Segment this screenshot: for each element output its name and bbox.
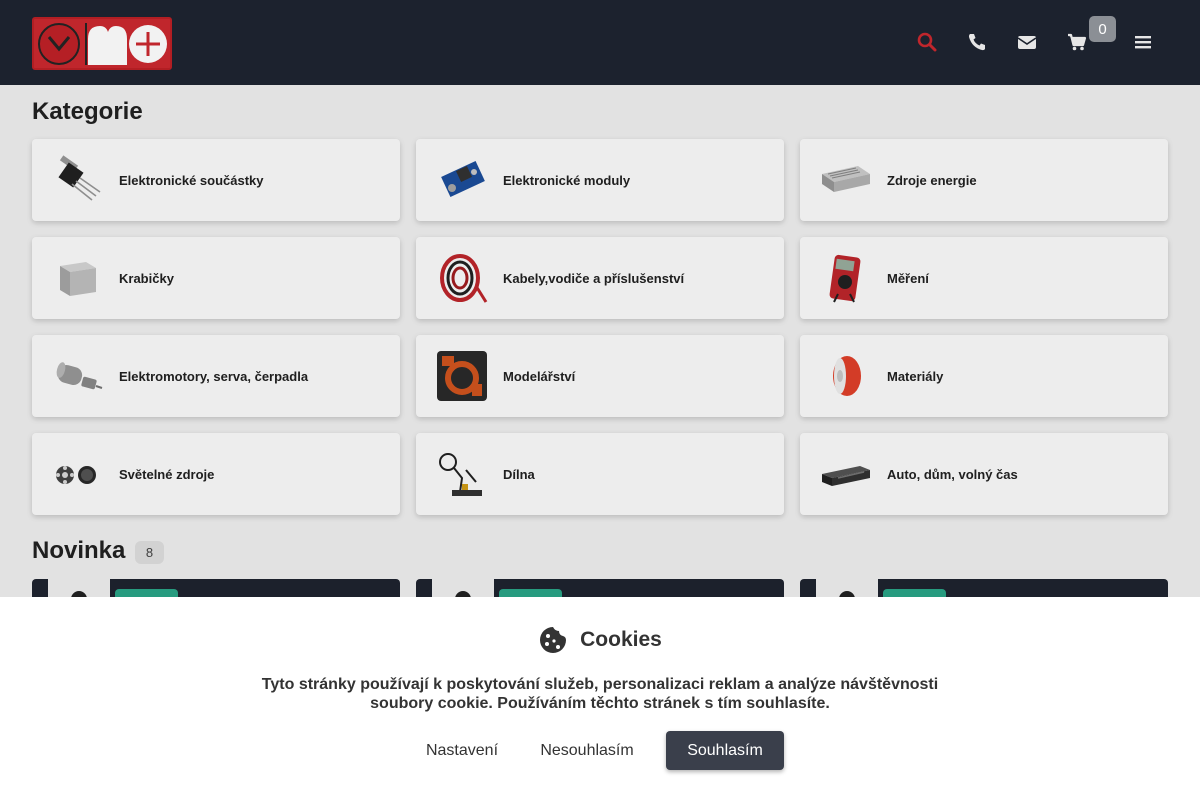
box-enclosure-icon xyxy=(52,252,104,304)
car-audio-icon xyxy=(820,448,872,500)
category-label: Elektronické moduly xyxy=(503,172,631,188)
motor-icon xyxy=(52,350,104,402)
cart-count-badge: 0 xyxy=(1089,16,1116,42)
category-card-elektronicke-moduly[interactable]: Elektronické moduly xyxy=(416,139,784,221)
phone-button[interactable] xyxy=(965,30,989,54)
category-label: Elektromotory, serva, čerpadla xyxy=(119,368,309,384)
cookie-banner: Cookies Tyto stránky používají k poskyto… xyxy=(0,597,1200,800)
category-label: Měření xyxy=(887,270,929,286)
category-card-kabely[interactable]: Kabely,vodiče a příslušenství xyxy=(416,237,784,319)
led-ring-icon xyxy=(52,448,104,500)
logo[interactable] xyxy=(32,17,172,70)
helping-hands-icon xyxy=(436,448,488,500)
cart-button[interactable] xyxy=(1065,30,1089,54)
category-card-elektronicke-soucastky[interactable]: Elektronické součástky xyxy=(32,139,400,221)
novinka-count-badge: 8 xyxy=(135,541,164,564)
cable-coil-icon xyxy=(436,252,488,304)
category-card-modelarstvi[interactable]: Modelářství xyxy=(416,335,784,417)
cookie-title: Cookies xyxy=(580,628,662,651)
menu-icon xyxy=(1135,36,1151,49)
category-card-svetelne-zdroje[interactable]: Světelné zdroje xyxy=(32,433,400,515)
category-card-auto-dum[interactable]: Auto, dům, volný čas xyxy=(800,433,1168,515)
cookie-decline-button[interactable]: Nesouhlasím xyxy=(532,731,642,770)
transistor-icon xyxy=(52,154,104,206)
category-card-dilna[interactable]: Dílna xyxy=(416,433,784,515)
category-card-zdroje-energie[interactable]: Zdroje energie xyxy=(800,139,1168,221)
mail-button[interactable] xyxy=(1015,30,1039,54)
cart-icon xyxy=(1068,33,1087,51)
filament-spool-icon xyxy=(820,350,872,402)
category-card-materialy[interactable]: Materiály xyxy=(800,335,1168,417)
mplus-logo-icon xyxy=(34,19,170,68)
cookie-settings-button[interactable]: Nastavení xyxy=(418,731,506,770)
model-kit-icon xyxy=(436,350,488,402)
cookie-title-row: Cookies xyxy=(0,625,1200,655)
mail-icon xyxy=(1017,36,1037,49)
category-label: Elektronické součástky xyxy=(119,172,264,188)
category-label: Auto, dům, volný čas xyxy=(887,466,1018,482)
categories-heading: Kategorie xyxy=(32,98,143,125)
category-label: Světelné zdroje xyxy=(119,466,215,482)
cookie-text: Tyto stránky používají k poskytování slu… xyxy=(261,676,939,712)
cookie-icon xyxy=(540,627,567,653)
category-card-mereni[interactable]: Měření xyxy=(800,237,1168,319)
category-label: Dílna xyxy=(503,466,535,482)
category-label: Kabely,vodiče a příslušenství xyxy=(503,270,685,286)
category-card-elektromotory[interactable]: Elektromotory, serva, čerpadla xyxy=(32,335,400,417)
cookie-accept-button[interactable]: Souhlasím xyxy=(666,731,784,770)
multimeter-icon xyxy=(820,252,872,304)
category-label: Zdroje energie xyxy=(887,172,977,188)
category-grid: Elektronické součástky Elektronické modu… xyxy=(32,139,1168,515)
search-button[interactable] xyxy=(915,30,939,54)
novinka-heading: Novinka xyxy=(32,537,126,564)
category-label: Modelářství xyxy=(503,368,576,384)
category-label: Krabičky xyxy=(119,270,174,286)
category-card-krabicky[interactable]: Krabičky xyxy=(32,237,400,319)
phone-icon xyxy=(968,34,985,51)
menu-button[interactable] xyxy=(1131,30,1155,54)
site-header: 0 xyxy=(0,0,1200,85)
category-label: Materiály xyxy=(887,368,944,384)
search-icon xyxy=(917,32,937,52)
power-supply-icon xyxy=(820,154,872,206)
module-board-icon xyxy=(436,154,488,206)
